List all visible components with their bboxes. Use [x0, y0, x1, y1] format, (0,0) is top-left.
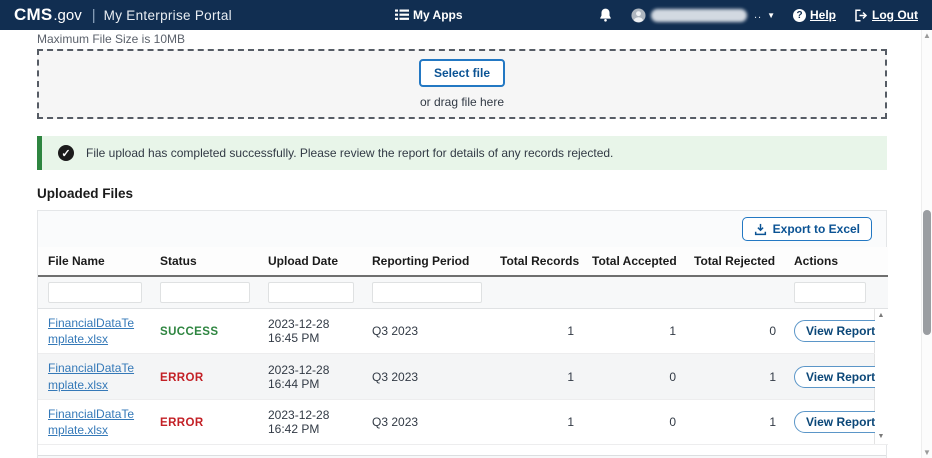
- logout-label: Log Out: [872, 8, 918, 22]
- reporting-period-cell: Q3 2023: [362, 309, 490, 354]
- user-menu-caret-icon: ▼: [767, 11, 775, 20]
- file-name-link[interactable]: FinancialDataTemplate.xlsx: [48, 406, 142, 438]
- table-bottom-spacer: [38, 445, 886, 455]
- col-total-records[interactable]: Total Records: [490, 247, 582, 276]
- total-accepted-cell: 0: [582, 354, 684, 399]
- total-accepted-cell: 0: [582, 399, 684, 444]
- total-rejected-cell: 1: [684, 354, 784, 399]
- col-status[interactable]: Status: [150, 247, 258, 276]
- grid-toolbar: Export to Excel: [38, 211, 886, 247]
- col-total-rejected[interactable]: Total Rejected: [684, 247, 784, 276]
- total-rejected-cell: 1: [684, 399, 784, 444]
- filter-reporting-period-input[interactable]: [372, 282, 482, 303]
- success-alert-message: File upload has completed successfully. …: [86, 146, 613, 160]
- user-avatar-icon: [631, 8, 646, 23]
- page-scroll-thumb[interactable]: [923, 210, 931, 335]
- filter-status-input[interactable]: [160, 282, 250, 303]
- brand-cms: CMS: [14, 5, 52, 25]
- total-rejected-cell: 0: [684, 309, 784, 354]
- col-scrollbar-spacer: [874, 247, 888, 276]
- status-badge: ERROR: [160, 417, 204, 429]
- export-label: Export to Excel: [773, 222, 860, 236]
- logout-icon: [854, 9, 868, 22]
- page-scroll-up-icon[interactable]: ▲: [922, 31, 932, 40]
- filter-upload-date-input[interactable]: [268, 282, 354, 303]
- main-content: Maximum File Size is 10MB Select file or…: [0, 30, 932, 458]
- col-upload-date[interactable]: Upload Date: [258, 247, 362, 276]
- my-apps-label: My Apps: [413, 8, 463, 22]
- logout-link[interactable]: Log Out: [854, 8, 918, 22]
- files-table: File Name Status Upload Date Reporting P…: [38, 247, 888, 445]
- uploaded-files-grid: Export to Excel File Name Status Upload …: [37, 210, 887, 458]
- table-body: FinancialDataTemplate.xlsx SUCCESS 2023-…: [38, 309, 888, 445]
- file-name-link[interactable]: FinancialDataTemplate.xlsx: [48, 315, 142, 347]
- total-accepted-cell: 1: [582, 309, 684, 354]
- user-name-redacted: [651, 9, 747, 22]
- file-name-link[interactable]: FinancialDataTemplate.xlsx: [48, 360, 142, 392]
- select-file-button[interactable]: Select file: [419, 59, 505, 87]
- reporting-period-cell: Q3 2023: [362, 354, 490, 399]
- upload-date-cell: 2023-12-28 16:42 PM: [258, 399, 362, 444]
- uploaded-files-heading: Uploaded Files: [37, 186, 887, 201]
- help-label: Help: [810, 8, 836, 22]
- filter-file-name-input[interactable]: [48, 282, 142, 303]
- total-records-cell: 1: [490, 354, 582, 399]
- my-apps-link[interactable]: My Apps: [395, 0, 463, 30]
- notifications-bell-icon[interactable]: [598, 7, 613, 23]
- portal-title: My Enterprise Portal: [104, 8, 232, 23]
- cms-logo[interactable]: CMS.gov | My Enterprise Portal: [14, 5, 232, 25]
- table-row: FinancialDataTemplate.xlsx ERROR 2023-12…: [38, 354, 888, 399]
- user-menu[interactable]: .. ▼: [631, 8, 775, 23]
- page-scroll-down-icon[interactable]: ▼: [922, 448, 932, 457]
- total-records-cell: 1: [490, 309, 582, 354]
- scroll-up-icon[interactable]: ▲: [875, 311, 888, 321]
- export-to-excel-button[interactable]: Export to Excel: [742, 217, 872, 241]
- file-dropzone[interactable]: Select file or drag file here: [37, 49, 887, 119]
- upload-date-cell: 2023-12-28 16:45 PM: [258, 309, 362, 354]
- table-scrollbar[interactable]: ▲ ▼: [874, 309, 888, 445]
- page-scrollbar[interactable]: ▲ ▼: [921, 30, 932, 458]
- col-total-accepted[interactable]: Total Accepted: [582, 247, 684, 276]
- status-badge: ERROR: [160, 372, 204, 384]
- table-row: FinancialDataTemplate.xlsx ERROR 2023-12…: [38, 399, 888, 444]
- col-file-name[interactable]: File Name: [38, 247, 150, 276]
- status-badge: SUCCESS: [160, 326, 218, 338]
- table-header: File Name Status Upload Date Reporting P…: [38, 247, 888, 309]
- help-link[interactable]: ? Help: [793, 8, 836, 22]
- download-icon: [754, 223, 767, 236]
- col-actions: Actions: [784, 247, 874, 276]
- table-row: FinancialDataTemplate.xlsx SUCCESS 2023-…: [38, 309, 888, 354]
- success-check-icon: ✓: [58, 145, 74, 161]
- scroll-down-icon[interactable]: ▼: [875, 432, 888, 442]
- page: CMS.gov | My Enterprise Portal My Apps: [0, 0, 932, 458]
- top-navbar: CMS.gov | My Enterprise Portal My Apps: [0, 0, 932, 30]
- success-alert: ✓ File upload has completed successfully…: [37, 136, 887, 170]
- filter-actions-input[interactable]: [794, 282, 866, 303]
- reporting-period-cell: Q3 2023: [362, 399, 490, 444]
- upload-date-cell: 2023-12-28 16:44 PM: [258, 354, 362, 399]
- apps-grid-icon: [395, 9, 409, 21]
- brand-separator: |: [92, 7, 96, 24]
- help-icon: ?: [793, 9, 806, 22]
- col-reporting-period[interactable]: Reporting Period: [362, 247, 490, 276]
- max-file-size-note: Maximum File Size is 10MB: [37, 32, 887, 46]
- navbar-right: .. ▼ ? Help Log Out: [598, 0, 918, 30]
- total-records-cell: 1: [490, 399, 582, 444]
- user-name-truncation: ..: [754, 9, 762, 21]
- filter-row: [38, 276, 888, 309]
- brand-gov: .gov: [53, 7, 81, 24]
- drag-file-hint: or drag file here: [420, 95, 504, 109]
